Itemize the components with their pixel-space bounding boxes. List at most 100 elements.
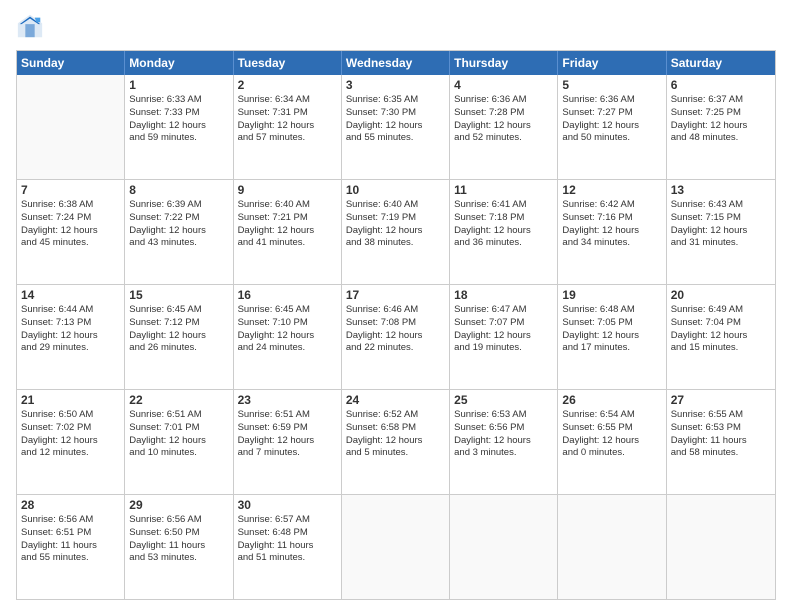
day-info: Sunrise: 6:35 AM Sunset: 7:30 PM Dayligh…: [346, 94, 445, 145]
weekday-header-tuesday: Tuesday: [234, 51, 342, 75]
day-number: 29: [129, 498, 228, 512]
day-info: Sunrise: 6:40 AM Sunset: 7:19 PM Dayligh…: [346, 199, 445, 250]
day-cell-15: 15 Sunrise: 6:45 AM Sunset: 7:12 PM Dayli…: [125, 285, 233, 389]
weekday-header-thursday: Thursday: [450, 51, 558, 75]
day-cell-1: 1 Sunrise: 6:33 AM Sunset: 7:33 PM Daylig…: [125, 75, 233, 179]
day-number: 19: [562, 288, 661, 302]
day-number: 24: [346, 393, 445, 407]
day-number: 14: [21, 288, 120, 302]
day-cell-24: 24 Sunrise: 6:52 AM Sunset: 6:58 PM Dayli…: [342, 390, 450, 494]
day-cell-9: 9 Sunrise: 6:40 AM Sunset: 7:21 PM Daylig…: [234, 180, 342, 284]
day-info: Sunrise: 6:48 AM Sunset: 7:05 PM Dayligh…: [562, 304, 661, 355]
day-cell-17: 17 Sunrise: 6:46 AM Sunset: 7:08 PM Dayli…: [342, 285, 450, 389]
day-number: 15: [129, 288, 228, 302]
day-cell-10: 10 Sunrise: 6:40 AM Sunset: 7:19 PM Dayli…: [342, 180, 450, 284]
day-cell-8: 8 Sunrise: 6:39 AM Sunset: 7:22 PM Daylig…: [125, 180, 233, 284]
day-cell-11: 11 Sunrise: 6:41 AM Sunset: 7:18 PM Dayli…: [450, 180, 558, 284]
day-info: Sunrise: 6:38 AM Sunset: 7:24 PM Dayligh…: [21, 199, 120, 250]
day-number: 23: [238, 393, 337, 407]
day-info: Sunrise: 6:36 AM Sunset: 7:28 PM Dayligh…: [454, 94, 553, 145]
day-cell-25: 25 Sunrise: 6:53 AM Sunset: 6:56 PM Dayli…: [450, 390, 558, 494]
day-cell-12: 12Sunrise: 6:42 AM Sunset: 7:16 PM Dayli…: [558, 180, 666, 284]
calendar-row-5: 28 Sunrise: 6:56 AM Sunset: 6:51 PM Dayli…: [17, 494, 775, 599]
day-cell-28: 28 Sunrise: 6:56 AM Sunset: 6:51 PM Dayli…: [17, 495, 125, 599]
day-number: 11: [454, 183, 553, 197]
calendar-row-1: 1 Sunrise: 6:33 AM Sunset: 7:33 PM Daylig…: [17, 75, 775, 179]
day-info: Sunrise: 6:51 AM Sunset: 7:01 PM Dayligh…: [129, 409, 228, 460]
empty-cell: [17, 75, 125, 179]
day-cell-13: 13 Sunrise: 6:43 AM Sunset: 7:15 PM Dayli…: [667, 180, 775, 284]
day-number: 2: [238, 78, 337, 92]
day-cell-18: 18Sunrise: 6:47 AM Sunset: 7:07 PM Dayli…: [450, 285, 558, 389]
day-number: 16: [238, 288, 337, 302]
day-number: 8: [129, 183, 228, 197]
day-info: Sunrise: 6:53 AM Sunset: 6:56 PM Dayligh…: [454, 409, 553, 460]
day-number: 26: [562, 393, 661, 407]
day-info: Sunrise: 6:46 AM Sunset: 7:08 PM Dayligh…: [346, 304, 445, 355]
day-info: Sunrise: 6:54 AM Sunset: 6:55 PM Dayligh…: [562, 409, 661, 460]
day-cell-19: 19 Sunrise: 6:48 AM Sunset: 7:05 PM Dayli…: [558, 285, 666, 389]
weekday-header-wednesday: Wednesday: [342, 51, 450, 75]
empty-cell: [558, 495, 666, 599]
weekday-header-sunday: Sunday: [17, 51, 125, 75]
day-info: Sunrise: 6:52 AM Sunset: 6:58 PM Dayligh…: [346, 409, 445, 460]
day-info: Sunrise: 6:44 AM Sunset: 7:13 PM Dayligh…: [21, 304, 120, 355]
day-info: Sunrise: 6:33 AM Sunset: 7:33 PM Dayligh…: [129, 94, 228, 145]
day-number: 21: [21, 393, 120, 407]
day-number: 25: [454, 393, 553, 407]
day-cell-27: 27 Sunrise: 6:55 AM Sunset: 6:53 PM Dayli…: [667, 390, 775, 494]
day-number: 22: [129, 393, 228, 407]
day-number: 1: [129, 78, 228, 92]
weekday-header-friday: Friday: [558, 51, 666, 75]
weekday-header-monday: Monday: [125, 51, 233, 75]
calendar-row-2: 7 Sunrise: 6:38 AM Sunset: 7:24 PM Daylig…: [17, 179, 775, 284]
day-info: Sunrise: 6:51 AM Sunset: 6:59 PM Dayligh…: [238, 409, 337, 460]
day-cell-14: 14 Sunrise: 6:44 AM Sunset: 7:13 PM Dayli…: [17, 285, 125, 389]
empty-cell: [450, 495, 558, 599]
day-info: Sunrise: 6:37 AM Sunset: 7:25 PM Dayligh…: [671, 94, 771, 145]
day-cell-20: 20Sunrise: 6:49 AM Sunset: 7:04 PM Dayli…: [667, 285, 775, 389]
day-cell-29: 29 Sunrise: 6:56 AM Sunset: 6:50 PM Dayli…: [125, 495, 233, 599]
day-number: 27: [671, 393, 771, 407]
day-number: 3: [346, 78, 445, 92]
calendar: SundayMondayTuesdayWednesdayThursdayFrid…: [16, 50, 776, 600]
empty-cell: [667, 495, 775, 599]
day-info: Sunrise: 6:41 AM Sunset: 7:18 PM Dayligh…: [454, 199, 553, 250]
header: [16, 12, 776, 40]
day-number: 12: [562, 183, 661, 197]
day-cell-5: 5 Sunrise: 6:36 AM Sunset: 7:27 PM Daylig…: [558, 75, 666, 179]
logo: [16, 12, 48, 40]
day-info: Sunrise: 6:45 AM Sunset: 7:10 PM Dayligh…: [238, 304, 337, 355]
day-number: 13: [671, 183, 771, 197]
day-cell-3: 3 Sunrise: 6:35 AM Sunset: 7:30 PM Daylig…: [342, 75, 450, 179]
calendar-row-4: 21 Sunrise: 6:50 AM Sunset: 7:02 PM Dayli…: [17, 389, 775, 494]
day-number: 30: [238, 498, 337, 512]
day-info: Sunrise: 6:40 AM Sunset: 7:21 PM Dayligh…: [238, 199, 337, 250]
day-number: 28: [21, 498, 120, 512]
day-info: Sunrise: 6:56 AM Sunset: 6:50 PM Dayligh…: [129, 514, 228, 565]
day-number: 10: [346, 183, 445, 197]
day-cell-21: 21 Sunrise: 6:50 AM Sunset: 7:02 PM Dayli…: [17, 390, 125, 494]
day-cell-6: 6Sunrise: 6:37 AM Sunset: 7:25 PM Daylig…: [667, 75, 775, 179]
day-number: 5: [562, 78, 661, 92]
day-cell-22: 22 Sunrise: 6:51 AM Sunset: 7:01 PM Dayli…: [125, 390, 233, 494]
empty-cell: [342, 495, 450, 599]
day-info: Sunrise: 6:57 AM Sunset: 6:48 PM Dayligh…: [238, 514, 337, 565]
day-number: 7: [21, 183, 120, 197]
day-info: Sunrise: 6:36 AM Sunset: 7:27 PM Dayligh…: [562, 94, 661, 145]
day-info: Sunrise: 6:45 AM Sunset: 7:12 PM Dayligh…: [129, 304, 228, 355]
day-cell-2: 2 Sunrise: 6:34 AM Sunset: 7:31 PM Daylig…: [234, 75, 342, 179]
day-info: Sunrise: 6:56 AM Sunset: 6:51 PM Dayligh…: [21, 514, 120, 565]
day-info: Sunrise: 6:55 AM Sunset: 6:53 PM Dayligh…: [671, 409, 771, 460]
day-info: Sunrise: 6:49 AM Sunset: 7:04 PM Dayligh…: [671, 304, 771, 355]
day-cell-16: 16 Sunrise: 6:45 AM Sunset: 7:10 PM Dayli…: [234, 285, 342, 389]
day-info: Sunrise: 6:43 AM Sunset: 7:15 PM Dayligh…: [671, 199, 771, 250]
day-cell-26: 26 Sunrise: 6:54 AM Sunset: 6:55 PM Dayli…: [558, 390, 666, 494]
day-cell-23: 23 Sunrise: 6:51 AM Sunset: 6:59 PM Dayli…: [234, 390, 342, 494]
day-info: Sunrise: 6:34 AM Sunset: 7:31 PM Dayligh…: [238, 94, 337, 145]
day-info: Sunrise: 6:39 AM Sunset: 7:22 PM Dayligh…: [129, 199, 228, 250]
calendar-row-3: 14 Sunrise: 6:44 AM Sunset: 7:13 PM Dayli…: [17, 284, 775, 389]
day-number: 17: [346, 288, 445, 302]
day-number: 9: [238, 183, 337, 197]
day-info: Sunrise: 6:50 AM Sunset: 7:02 PM Dayligh…: [21, 409, 120, 460]
